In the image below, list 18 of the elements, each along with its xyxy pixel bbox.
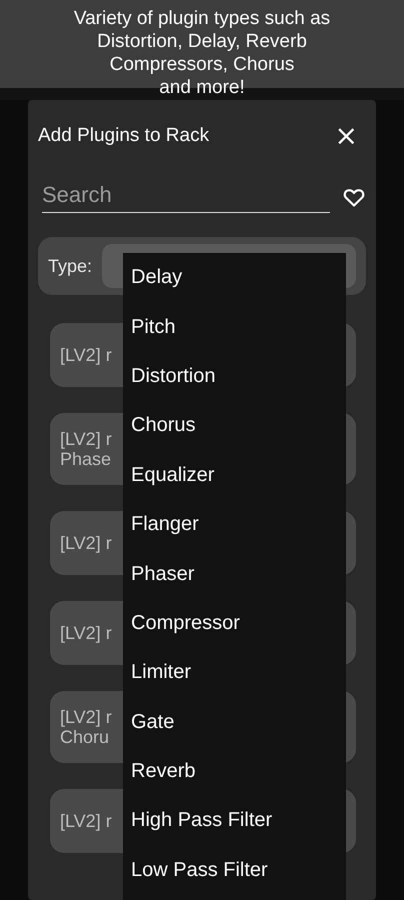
menu-item[interactable]: High Pass Filter: [123, 796, 346, 846]
caption-text: Variety of plugin types such as Distortion, Delay, Reverb Compressors, Chorus and more!: [0, 0, 404, 100]
menu-item[interactable]: Limiter: [123, 648, 346, 698]
menu-item[interactable]: Compressor: [123, 598, 346, 648]
menu-item[interactable]: Chorus: [123, 401, 346, 451]
menu-item[interactable]: Equalizer: [123, 450, 346, 500]
menu-item[interactable]: Delay: [123, 253, 346, 302]
menu-item[interactable]: Reverb: [123, 746, 346, 796]
dialog-title: Add Plugins to Rack: [38, 125, 210, 147]
search-field[interactable]: Search: [42, 180, 330, 213]
type-label: Type:: [48, 256, 92, 276]
menu-item[interactable]: Gate: [123, 698, 346, 747]
menu-item[interactable]: Phaser: [123, 549, 346, 599]
menu-item[interactable]: Pitch: [123, 302, 346, 352]
menu-item[interactable]: Distortion: [123, 352, 346, 402]
close-button[interactable]: ×: [334, 122, 358, 150]
menu-item[interactable]: Flanger: [123, 500, 346, 550]
menu-item[interactable]: Low Pass Filter: [123, 846, 346, 896]
